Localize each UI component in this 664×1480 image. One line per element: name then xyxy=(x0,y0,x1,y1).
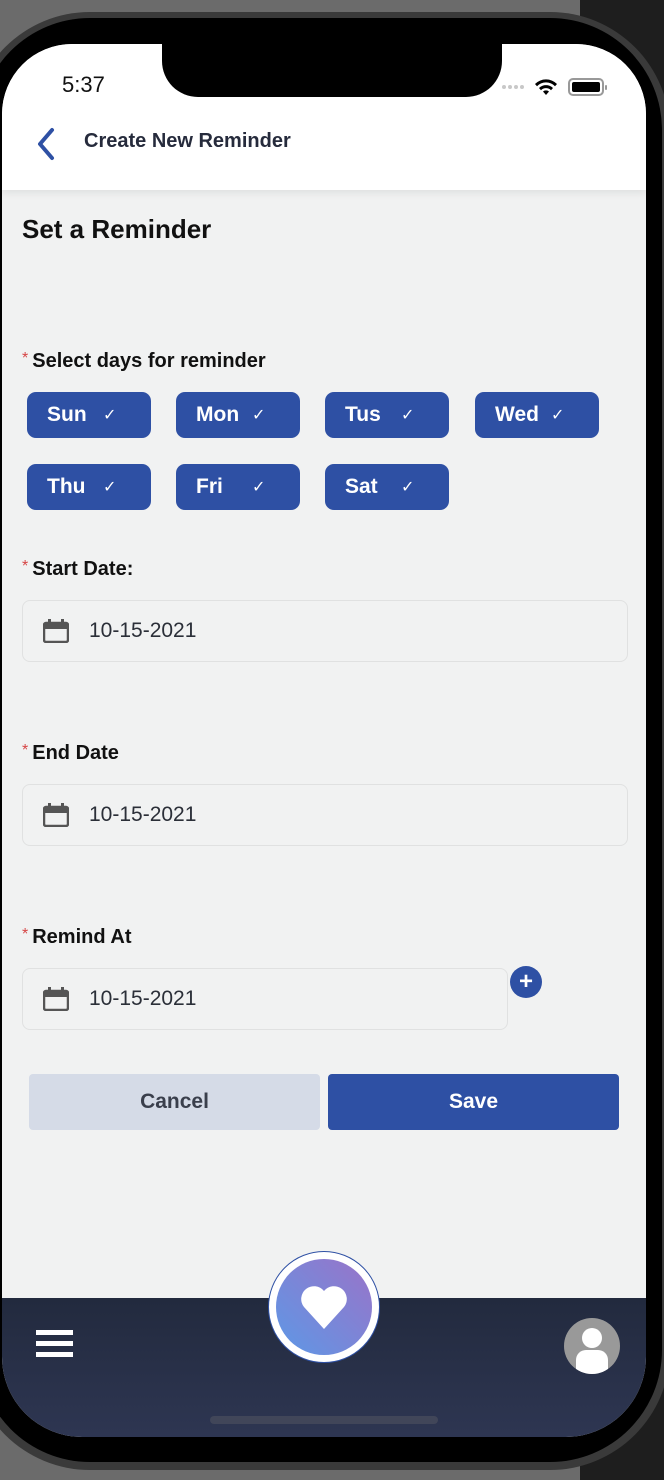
required-marker: * xyxy=(22,742,29,759)
check-icon: ✓ xyxy=(401,407,415,424)
calendar-icon xyxy=(43,987,69,1011)
day-chip-mon[interactable]: Mon ✓ xyxy=(176,392,300,438)
page-title: Set a Reminder xyxy=(22,214,212,244)
plus-icon: + xyxy=(518,968,533,995)
required-marker: * xyxy=(22,350,29,367)
day-chip-tue[interactable]: Tus ✓ xyxy=(325,392,449,438)
remind-at-input[interactable]: 10-15-2021 xyxy=(22,968,508,1030)
status-time: 5:37 xyxy=(62,72,105,97)
header-title: Create New Reminder xyxy=(84,130,291,152)
check-icon: ✓ xyxy=(252,407,266,424)
remind-at-label: * Remind At xyxy=(22,926,132,948)
day-chip-wed[interactable]: Wed ✓ xyxy=(475,392,599,438)
user-avatar-icon[interactable] xyxy=(564,1318,620,1374)
cancel-button[interactable]: Cancel xyxy=(29,1074,320,1130)
end-date-input[interactable]: 10-15-2021 xyxy=(22,784,628,846)
save-button[interactable]: Save xyxy=(328,1074,619,1130)
battery-icon xyxy=(568,78,607,96)
check-icon: ✓ xyxy=(103,479,117,496)
notch xyxy=(162,44,502,97)
end-date-label: * End Date xyxy=(22,742,119,764)
status-icons xyxy=(502,78,607,96)
calendar-icon xyxy=(43,803,69,827)
add-reminder-time-button[interactable]: + xyxy=(510,966,542,998)
chevron-left-icon xyxy=(38,128,54,160)
day-chip-fri[interactable]: Fri ✓ xyxy=(176,464,300,510)
check-icon: ✓ xyxy=(252,479,266,496)
check-icon: ✓ xyxy=(103,407,117,424)
check-icon: ✓ xyxy=(401,479,415,496)
back-button[interactable] xyxy=(32,126,62,162)
required-marker: * xyxy=(22,558,29,575)
health-center-button[interactable] xyxy=(268,1251,380,1363)
day-chip-thu[interactable]: Thu ✓ xyxy=(27,464,151,510)
start-date-input[interactable]: 10-15-2021 xyxy=(22,600,628,662)
day-chip-sat[interactable]: Sat ✓ xyxy=(325,464,449,510)
heart-icon xyxy=(301,1286,347,1329)
hamburger-menu-icon[interactable] xyxy=(36,1330,74,1360)
wifi-icon xyxy=(534,78,558,96)
calendar-icon xyxy=(43,619,69,643)
app-screen: 5:37 Create New Reminder Set a Reminder … xyxy=(2,44,646,1437)
check-icon: ✓ xyxy=(551,407,565,424)
days-label: * Select days for reminder xyxy=(22,350,266,372)
start-date-label: * Start Date: xyxy=(22,558,134,580)
home-indicator xyxy=(210,1416,438,1424)
required-marker: * xyxy=(22,926,29,943)
cellular-signal-icon xyxy=(502,85,524,89)
day-chip-sun[interactable]: Sun ✓ xyxy=(27,392,151,438)
